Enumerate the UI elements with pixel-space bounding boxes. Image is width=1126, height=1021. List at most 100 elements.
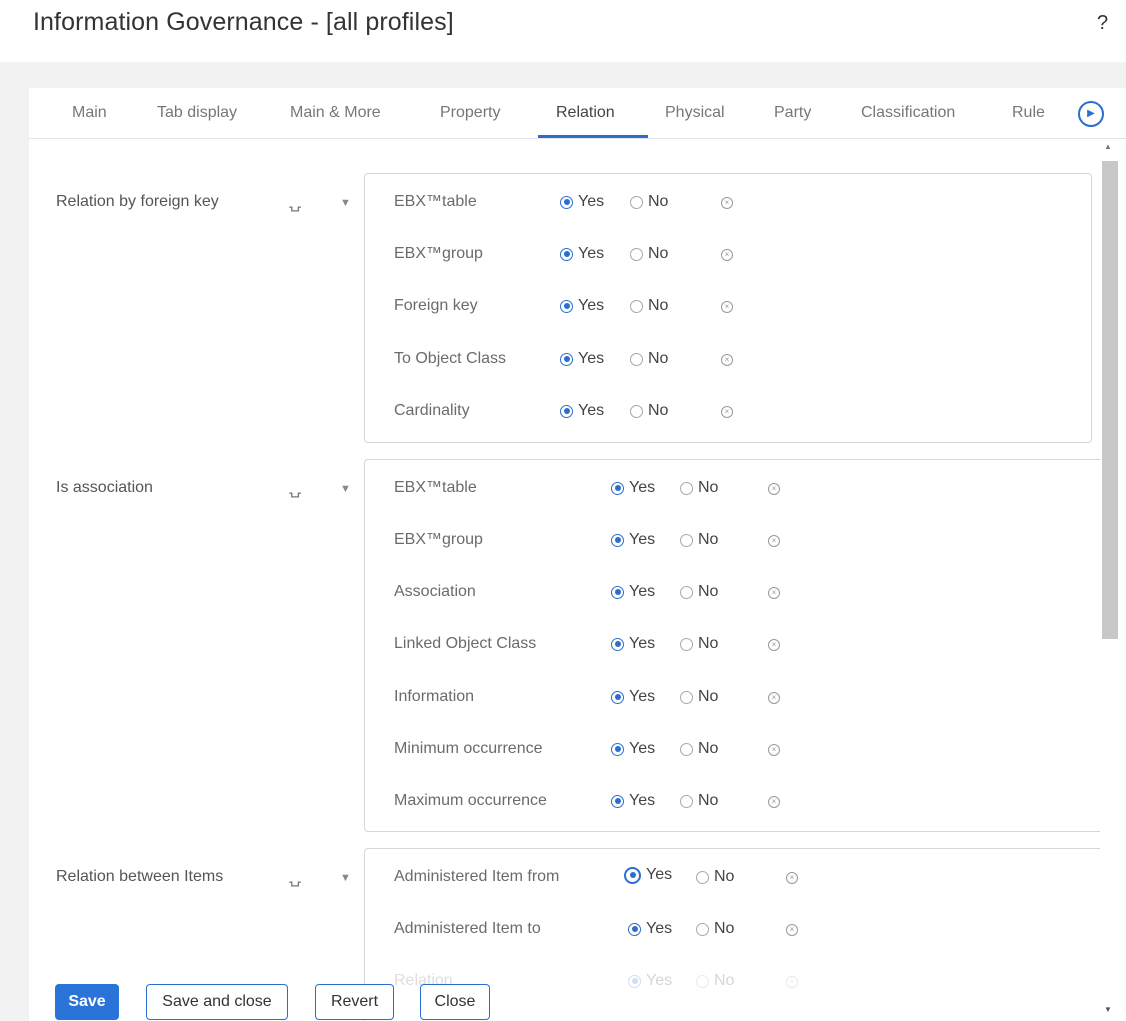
save-button[interactable]: Save <box>55 984 119 1020</box>
radio-icon[interactable] <box>696 870 709 884</box>
clear-circle-icon[interactable]: × <box>786 924 798 936</box>
radio-icon[interactable] <box>680 690 693 704</box>
radio-icon[interactable] <box>560 352 573 366</box>
headset-lock-icon[interactable]: ⍽ <box>289 479 301 499</box>
radio-icon[interactable] <box>611 794 624 808</box>
tab-tab-display[interactable]: Tab display <box>157 104 237 122</box>
radio-icon[interactable] <box>560 247 573 261</box>
radio-icon[interactable] <box>630 195 643 209</box>
save-and-close-button[interactable]: Save and close <box>146 984 288 1020</box>
no-radio[interactable]: No <box>680 531 718 549</box>
clear-circle-icon[interactable]: × <box>768 639 780 651</box>
no-radio[interactable]: No <box>630 402 668 420</box>
scroll-up-arrow-icon[interactable]: ▲ <box>1104 142 1112 151</box>
no-radio[interactable]: No <box>630 193 668 211</box>
radio-icon[interactable] <box>611 585 624 599</box>
yes-radio[interactable]: Yes <box>560 350 604 368</box>
radio-icon[interactable] <box>611 637 624 651</box>
radio-icon[interactable] <box>680 637 693 651</box>
radio-icon[interactable] <box>630 404 643 418</box>
radio-icon[interactable] <box>611 690 624 704</box>
no-radio[interactable]: No <box>630 297 668 315</box>
clear-circle-icon[interactable]: × <box>721 249 733 261</box>
radio-icon[interactable] <box>628 974 641 988</box>
radio-icon[interactable] <box>560 195 573 209</box>
radio-icon[interactable] <box>560 299 573 313</box>
yes-radio[interactable]: Yes <box>611 635 655 653</box>
chevron-right-circle-icon[interactable]: ▶ <box>1078 101 1104 127</box>
clear-circle-icon[interactable]: × <box>721 406 733 418</box>
no-radio[interactable]: No <box>630 245 668 263</box>
revert-button[interactable]: Revert <box>315 984 394 1020</box>
yes-radio[interactable]: Yes <box>611 531 655 549</box>
help-icon[interactable]: ? <box>1097 12 1108 35</box>
no-radio[interactable]: No <box>680 479 718 497</box>
clear-circle-icon[interactable]: × <box>768 692 780 704</box>
clear-circle-icon[interactable]: × <box>786 976 798 988</box>
tab-property[interactable]: Property <box>440 104 500 122</box>
caret-down-icon[interactable]: ▼ <box>340 872 351 884</box>
scrollbar-thumb[interactable] <box>1102 161 1118 639</box>
tab-relation[interactable]: Relation <box>556 104 615 122</box>
radio-icon[interactable] <box>680 794 693 808</box>
tab-main-and-more[interactable]: Main & More <box>290 104 381 122</box>
yes-radio[interactable]: Yes <box>611 583 655 601</box>
radio-icon[interactable] <box>611 533 624 547</box>
scroll-down-arrow-icon[interactable]: ▼ <box>1104 1005 1112 1014</box>
clear-circle-icon[interactable]: × <box>768 744 780 756</box>
close-button[interactable]: Close <box>420 984 490 1020</box>
radio-icon[interactable] <box>696 974 709 988</box>
radio-icon[interactable] <box>630 352 643 366</box>
yes-radio[interactable]: Yes <box>611 792 655 810</box>
yes-radio[interactable]: Yes <box>560 297 604 315</box>
no-radio[interactable]: No <box>680 635 718 653</box>
yes-radio[interactable]: Yes <box>628 972 672 990</box>
no-radio[interactable]: No <box>696 868 734 886</box>
clear-circle-icon[interactable]: × <box>721 301 733 313</box>
yes-radio[interactable]: Yes <box>560 402 604 420</box>
yes-radio[interactable]: Yes <box>624 866 672 884</box>
radio-icon[interactable] <box>630 299 643 313</box>
clear-circle-icon[interactable]: × <box>786 872 798 884</box>
radio-icon[interactable] <box>630 247 643 261</box>
tab-main[interactable]: Main <box>72 104 107 122</box>
yes-radio[interactable]: Yes <box>611 688 655 706</box>
field-label: Foreign key <box>394 297 478 314</box>
tab-physical[interactable]: Physical <box>665 104 725 122</box>
radio-icon[interactable] <box>680 585 693 599</box>
radio-icon[interactable] <box>611 742 624 756</box>
headset-lock-icon[interactable]: ⍽ <box>289 868 301 888</box>
yes-radio[interactable]: Yes <box>611 740 655 758</box>
clear-circle-icon[interactable]: × <box>721 197 733 209</box>
tab-classification[interactable]: Classification <box>861 104 955 122</box>
clear-circle-icon[interactable]: × <box>768 796 780 808</box>
radio-icon[interactable] <box>696 922 709 936</box>
caret-down-icon[interactable]: ▼ <box>340 197 351 209</box>
yes-radio[interactable]: Yes <box>611 479 655 497</box>
no-radio[interactable]: No <box>696 920 734 938</box>
no-radio[interactable]: No <box>680 792 718 810</box>
radio-icon[interactable] <box>611 481 624 495</box>
yes-radio[interactable]: Yes <box>560 193 604 211</box>
caret-down-icon[interactable]: ▼ <box>340 483 351 495</box>
no-radio[interactable]: No <box>696 972 734 990</box>
radio-icon[interactable] <box>560 404 573 418</box>
radio-icon[interactable] <box>624 866 641 884</box>
yes-radio[interactable]: Yes <box>628 920 672 938</box>
radio-icon[interactable] <box>680 742 693 756</box>
clear-circle-icon[interactable]: × <box>768 587 780 599</box>
no-radio[interactable]: No <box>680 688 718 706</box>
no-radio[interactable]: No <box>680 583 718 601</box>
clear-circle-icon[interactable]: × <box>721 354 733 366</box>
tab-party[interactable]: Party <box>774 104 811 122</box>
no-radio[interactable]: No <box>680 740 718 758</box>
clear-circle-icon[interactable]: × <box>768 535 780 547</box>
headset-lock-icon[interactable]: ⍽ <box>289 193 301 213</box>
radio-icon[interactable] <box>680 481 693 495</box>
no-radio[interactable]: No <box>630 350 668 368</box>
radio-icon[interactable] <box>680 533 693 547</box>
yes-radio[interactable]: Yes <box>560 245 604 263</box>
clear-circle-icon[interactable]: × <box>768 483 780 495</box>
radio-icon[interactable] <box>628 922 641 936</box>
tab-rule[interactable]: Rule <box>1012 104 1045 122</box>
